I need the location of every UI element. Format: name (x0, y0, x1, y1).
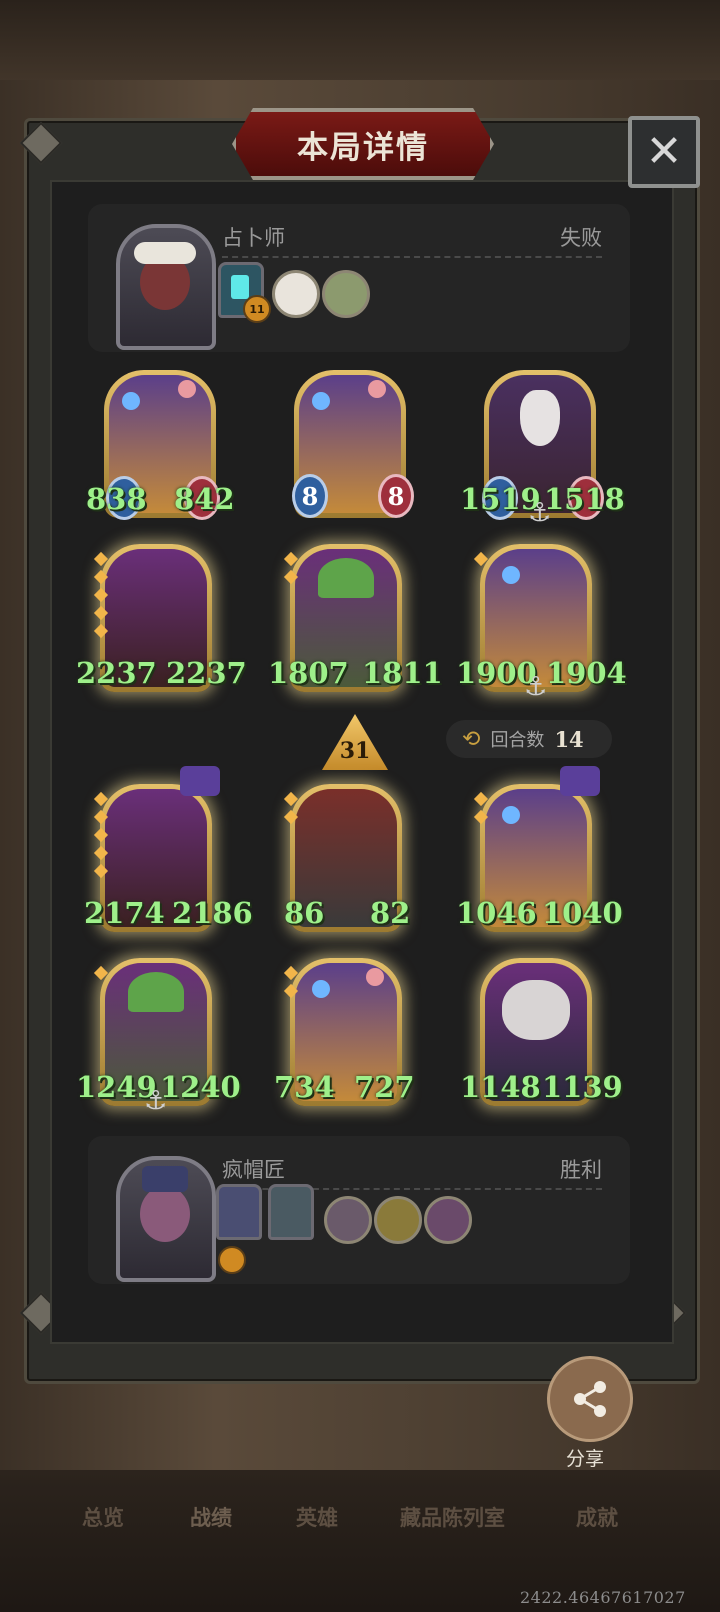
divider (222, 256, 602, 258)
turns-label: 回合数 (490, 730, 545, 751)
anchor-icon: ⚓ (528, 498, 552, 528)
minion-attack: 2237 (76, 656, 157, 690)
player-result: 胜利 (560, 1158, 602, 1182)
hat-graphic (134, 242, 196, 264)
bubble-icon (502, 566, 520, 584)
mask-graphic (520, 390, 560, 446)
bubble-icon (502, 806, 520, 824)
minion-health: 1904 (546, 656, 627, 690)
golden-stars (473, 551, 489, 572)
share-button[interactable] (547, 1356, 633, 1442)
golden-stars (93, 791, 109, 884)
tab-achievements[interactable]: 成就 (576, 1502, 618, 1532)
close-button[interactable]: ✕ (628, 116, 700, 188)
trinket-icon[interactable] (322, 270, 370, 318)
trinket-icon[interactable] (272, 270, 320, 318)
opponent-minion[interactable]: 1519 1518 ⚓ (460, 370, 625, 528)
bubble-icon (122, 392, 140, 410)
feather-graphic (318, 558, 374, 598)
feather-graphic (128, 972, 184, 1012)
anchor-icon: ⚓ (524, 672, 548, 702)
coords-readout: 2422.46467617027 (520, 1588, 686, 1607)
golden-stars (283, 551, 299, 590)
minion-health: 2237 (166, 656, 247, 690)
top-hat-icon (180, 766, 220, 796)
golden-stars (93, 965, 109, 986)
opponent-result: 失败 (560, 226, 602, 250)
turns-value: 14 (554, 726, 584, 752)
minion-health: 8 (378, 474, 414, 518)
page-title: 本局详情 (297, 129, 429, 166)
tab-heroes[interactable]: 英雄 (296, 1502, 338, 1532)
golden-stars (93, 551, 109, 644)
minion-health: 842 (174, 482, 235, 516)
minion-health: 82 (370, 896, 411, 930)
minion-health: 1139 (542, 1070, 623, 1104)
opponent-minion[interactable]: 1900 1904 ⚓ (456, 544, 627, 702)
golden-stars (283, 965, 299, 1004)
player-name: 疯帽匠 (222, 1158, 285, 1182)
minion-attack: 2174 (84, 896, 165, 930)
player-minion[interactable]: 1046 1040 (456, 766, 623, 932)
tab-records[interactable]: 战绩 (190, 1502, 232, 1532)
opponent-minion[interactable]: 838 842 (86, 370, 235, 520)
player-minion[interactable]: 1249 1240 ⚓ (76, 958, 241, 1116)
player-minion[interactable]: 86 82 (283, 784, 410, 932)
bubble-icon (312, 980, 330, 998)
anchor-icon: ⚓ (144, 1086, 168, 1116)
minion-attack: 734 (274, 1070, 335, 1104)
minion-health: 1811 (362, 656, 443, 690)
minion-attack: 8 (292, 474, 328, 518)
minion-attack: 1148 (460, 1070, 541, 1104)
trinket-icon[interactable] (424, 1196, 472, 1244)
player-minion[interactable]: 2174 2186 (84, 766, 253, 932)
bubble-icon (178, 380, 196, 398)
tab-collection[interactable]: 藏品陈列室 (400, 1502, 505, 1532)
buff-level-badge: 11 (243, 295, 271, 323)
hat-graphic (142, 1166, 188, 1192)
minion-attack: 838 (86, 482, 147, 516)
player-minion[interactable]: 734 727 (274, 958, 415, 1106)
coin-icon (218, 1246, 246, 1274)
tribe-icon[interactable] (268, 1184, 314, 1240)
trinket-icon[interactable] (324, 1196, 372, 1244)
minion-health: 1240 (160, 1070, 241, 1104)
close-icon: ✕ (645, 126, 683, 177)
player-portrait[interactable] (116, 1156, 216, 1282)
turns-counter: ⟲ 回合数 14 (446, 720, 612, 758)
trinket-icon[interactable] (374, 1196, 422, 1244)
hero-face (140, 1186, 190, 1242)
opponent-minion[interactable]: 2237 2237 (76, 544, 247, 692)
tavern-tier-value: 31 (339, 738, 371, 764)
refresh-icon: ⟲ (462, 726, 481, 752)
lantern-icon[interactable]: 11 (218, 262, 271, 323)
opponent-minion[interactable]: 8 8 (292, 370, 414, 518)
golden-stars (473, 791, 489, 830)
top-hat-icon (560, 766, 600, 796)
minion-attack: 1807 (268, 656, 349, 690)
opponent-name: 占卜师 (222, 226, 285, 250)
bubble-icon (366, 968, 384, 986)
player-card: 疯帽匠 胜利 (88, 1136, 630, 1284)
minion-health: 727 (354, 1070, 415, 1104)
minion-attack: 1046 (456, 896, 537, 930)
bubble-icon (368, 380, 386, 398)
golden-stars (283, 791, 299, 830)
opponent-minion[interactable]: 1807 1811 (268, 544, 443, 692)
opponent-portrait[interactable] (116, 224, 216, 350)
minion-health: 1518 (544, 482, 625, 516)
player-minion[interactable]: 1148 1139 (460, 958, 623, 1106)
share-label: 分享 (566, 1448, 605, 1470)
minion-attack: 86 (284, 896, 325, 930)
tab-overview[interactable]: 总览 (82, 1502, 124, 1532)
tribe-icon[interactable] (216, 1184, 262, 1240)
lantern-glow (231, 275, 249, 299)
minion-health: 1040 (542, 896, 623, 930)
opponent-card: 占卜师 失败 11 (88, 204, 630, 352)
title-plate: 本局详情 (232, 108, 494, 180)
minion-health: 2186 (172, 896, 253, 930)
bubble-icon (312, 392, 330, 410)
share-icon (574, 1381, 606, 1417)
cow-head-graphic (502, 980, 570, 1040)
